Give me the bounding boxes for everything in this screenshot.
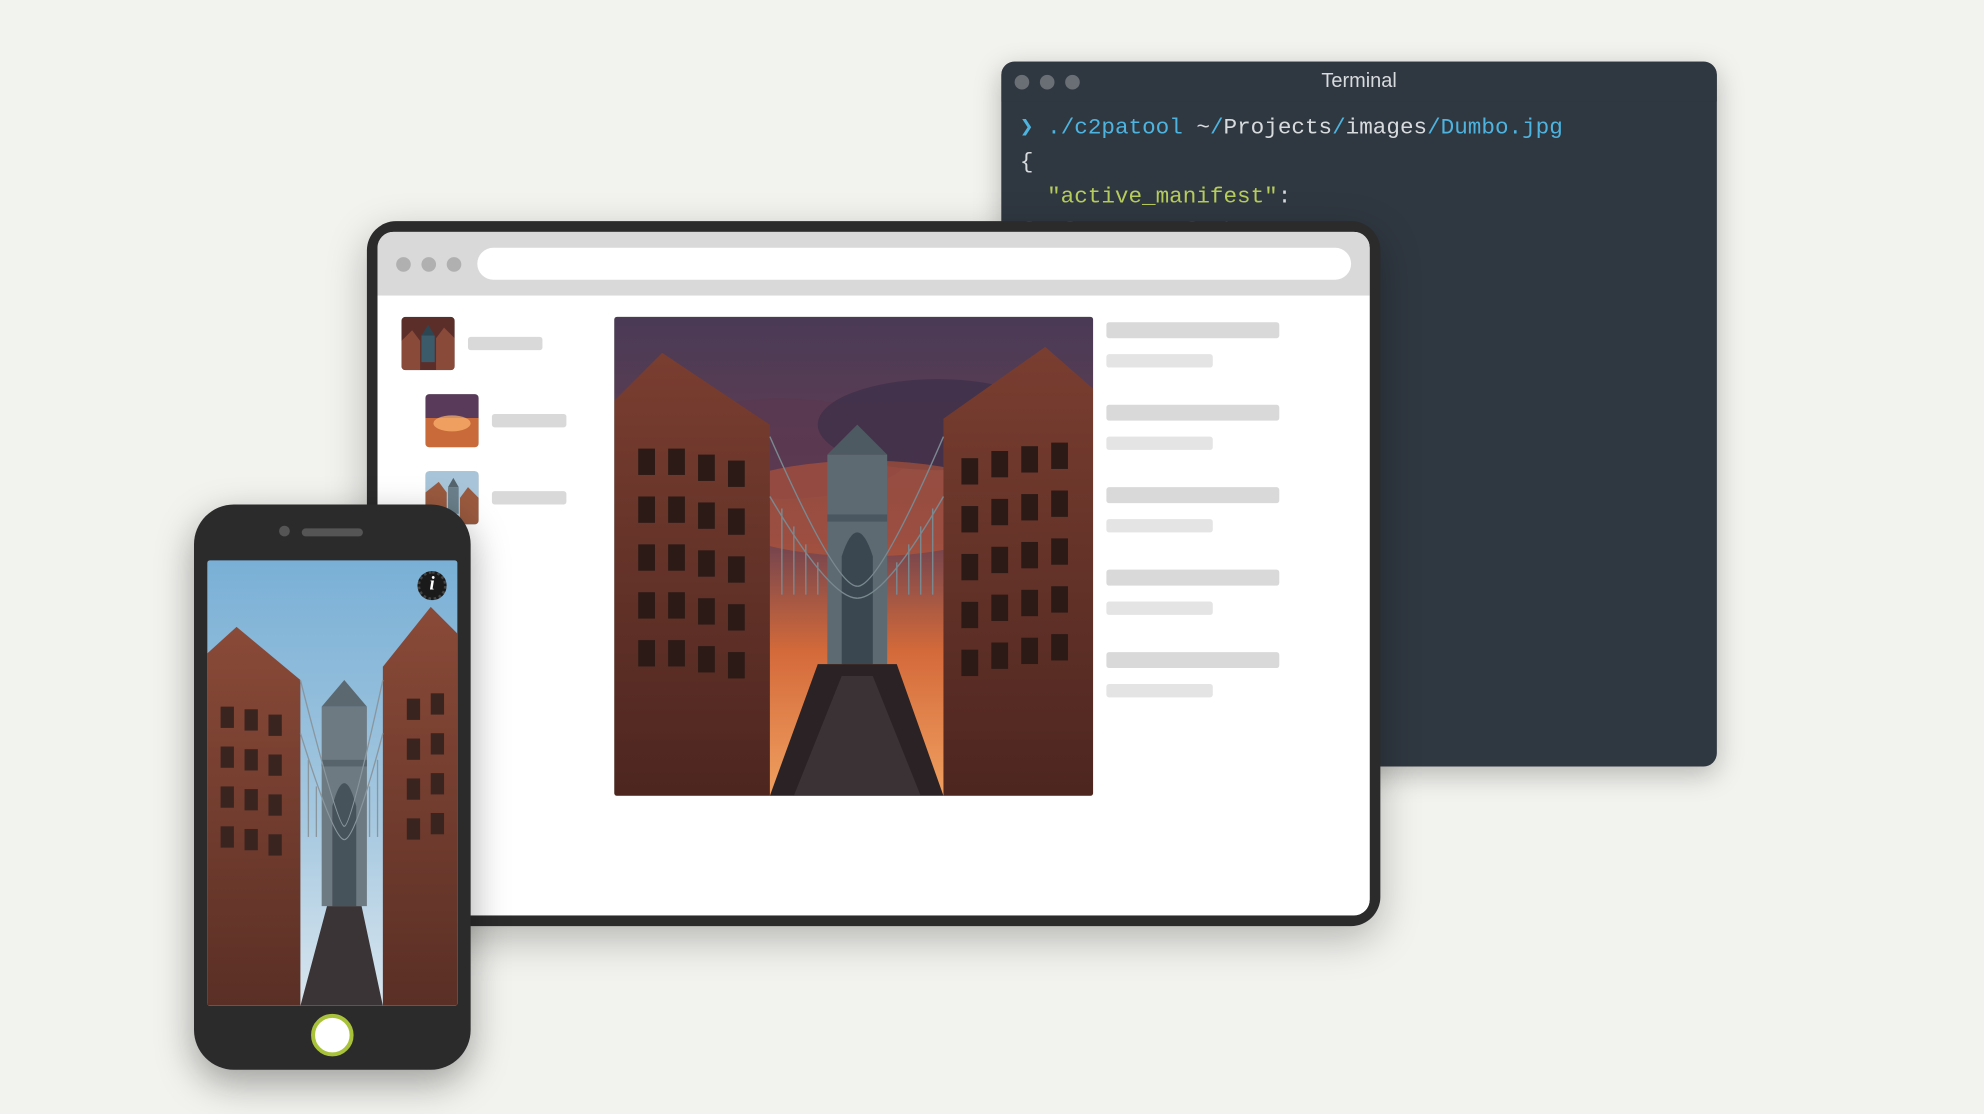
info-icon[interactable]: i (417, 571, 446, 600)
metadata-panel (1106, 317, 1345, 892)
browser-traffic-lights (396, 256, 461, 271)
metadata-value (1106, 437, 1212, 450)
metadata-heading (1106, 405, 1279, 421)
tablet-device (367, 221, 1380, 926)
close-icon[interactable] (396, 256, 411, 271)
prompt-icon: ❯ (1020, 116, 1034, 141)
metadata-value (1106, 602, 1212, 615)
thumbnail-image (425, 394, 478, 447)
metadata-value (1106, 684, 1212, 697)
metadata-group (1106, 405, 1345, 450)
metadata-group (1106, 322, 1345, 367)
terminal-output-line: "active_manifest": (1020, 181, 1698, 216)
thumbnail-label (468, 337, 542, 350)
thumbnail-label (492, 414, 566, 427)
main-image[interactable] (614, 317, 1093, 796)
metadata-group (1106, 570, 1345, 615)
metadata-group (1106, 652, 1345, 697)
list-item[interactable] (425, 394, 601, 447)
zoom-icon[interactable] (447, 256, 462, 271)
thumbnail-image (401, 317, 454, 370)
terminal-title: Terminal (1001, 64, 1717, 99)
home-button[interactable] (311, 1014, 354, 1057)
phone-screen[interactable]: i (207, 560, 457, 1006)
thumbnail-label (492, 491, 566, 504)
phone-device: i (194, 504, 471, 1069)
metadata-value (1106, 519, 1212, 532)
metadata-group (1106, 487, 1345, 532)
browser-toolbar (378, 232, 1370, 296)
metadata-heading (1106, 652, 1279, 668)
list-item[interactable] (401, 317, 601, 370)
metadata-value (1106, 354, 1212, 367)
browser-window (378, 232, 1370, 916)
metadata-heading (1106, 487, 1279, 503)
terminal-output-line: { (1020, 147, 1698, 182)
terminal-titlebar: Terminal (1001, 62, 1717, 102)
metadata-heading (1106, 570, 1279, 586)
metadata-heading (1106, 322, 1279, 338)
terminal-command-line: ❯ ./c2patool ~/Projects/images/Dumbo.jpg (1020, 112, 1698, 147)
address-bar[interactable] (477, 248, 1351, 280)
minimize-icon[interactable] (421, 256, 436, 271)
browser-content (378, 296, 1370, 916)
